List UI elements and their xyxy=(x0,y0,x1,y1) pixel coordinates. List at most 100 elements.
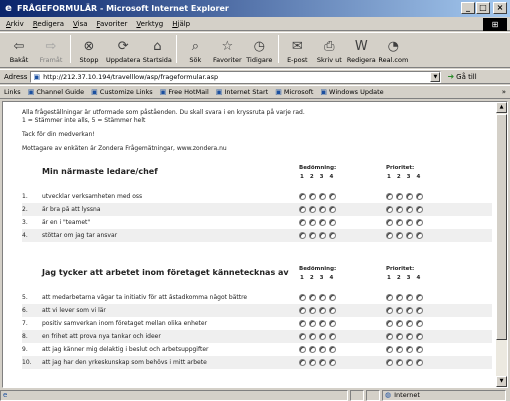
close-button[interactable]: × xyxy=(493,2,507,14)
toolbar-button-favoriter[interactable]: ☆ Favoriter xyxy=(212,39,242,64)
rating-radio[interactable] xyxy=(309,359,316,366)
priority-radio[interactable] xyxy=(396,320,403,327)
links-chevron-icon[interactable]: » xyxy=(502,88,506,96)
toolbar-button-stopp[interactable]: ⊗ Stopp xyxy=(74,39,104,64)
maximize-button[interactable]: □ xyxy=(476,2,490,14)
toolbar-button-e-post[interactable]: ✉ E-post xyxy=(282,39,312,64)
rating-radio[interactable] xyxy=(309,320,316,327)
rating-radio[interactable] xyxy=(309,346,316,353)
rating-radio[interactable] xyxy=(299,193,306,200)
rating-radio[interactable] xyxy=(329,359,336,366)
menu-hjalp[interactable]: Hjälp xyxy=(172,20,190,28)
rating-radio[interactable] xyxy=(329,307,336,314)
priority-radio[interactable] xyxy=(396,333,403,340)
link-free-hotmail[interactable]: ▣ Free HotMail xyxy=(160,88,209,96)
priority-radio[interactable] xyxy=(416,346,423,353)
rating-radio[interactable] xyxy=(329,294,336,301)
priority-radio[interactable] xyxy=(416,206,423,213)
toolbar-button-redigera[interactable]: W Redigera xyxy=(346,39,376,64)
link-microsoft[interactable]: ▣ Microsoft xyxy=(275,88,313,96)
priority-radio[interactable] xyxy=(406,219,413,226)
rating-radio[interactable] xyxy=(309,294,316,301)
minimize-button[interactable]: _ xyxy=(461,2,475,14)
link-channel-guide[interactable]: ▣ Channel Guide xyxy=(28,88,84,96)
scroll-up-button[interactable]: ▲ xyxy=(496,102,507,113)
priority-radio[interactable] xyxy=(416,232,423,239)
priority-radio[interactable] xyxy=(396,219,403,226)
rating-radio[interactable] xyxy=(299,294,306,301)
rating-radio[interactable] xyxy=(299,333,306,340)
rating-radio[interactable] xyxy=(329,219,336,226)
priority-radio[interactable] xyxy=(386,294,393,301)
menu-favoriter[interactable]: Favoriter xyxy=(97,20,128,28)
toolbar-button-framåt[interactable]: ⇨ Framåt xyxy=(36,39,66,64)
priority-radio[interactable] xyxy=(386,219,393,226)
vertical-scrollbar[interactable]: ▲ ▼ xyxy=(496,102,507,387)
priority-radio[interactable] xyxy=(396,206,403,213)
rating-radio[interactable] xyxy=(319,346,326,353)
priority-radio[interactable] xyxy=(396,294,403,301)
rating-radio[interactable] xyxy=(319,320,326,327)
rating-radio[interactable] xyxy=(299,232,306,239)
rating-radio[interactable] xyxy=(319,333,326,340)
toolbar-button-tidigare[interactable]: ◷ Tidigare xyxy=(244,39,274,64)
priority-radio[interactable] xyxy=(406,346,413,353)
rating-radio[interactable] xyxy=(319,294,326,301)
rating-radio[interactable] xyxy=(329,193,336,200)
priority-radio[interactable] xyxy=(416,333,423,340)
title-bar[interactable]: e FRÅGEFORMULÄR - Microsoft Internet Exp… xyxy=(0,0,510,17)
priority-radio[interactable] xyxy=(396,232,403,239)
rating-radio[interactable] xyxy=(319,307,326,314)
priority-radio[interactable] xyxy=(386,320,393,327)
rating-radio[interactable] xyxy=(309,232,316,239)
priority-radio[interactable] xyxy=(386,193,393,200)
rating-radio[interactable] xyxy=(309,307,316,314)
priority-radio[interactable] xyxy=(386,206,393,213)
rating-radio[interactable] xyxy=(319,206,326,213)
rating-radio[interactable] xyxy=(299,219,306,226)
menu-visa[interactable]: Visa xyxy=(73,20,88,28)
toolbar-button-bakåt[interactable]: ⇦ Bakåt xyxy=(4,39,34,64)
rating-radio[interactable] xyxy=(319,359,326,366)
priority-radio[interactable] xyxy=(406,193,413,200)
rating-radio[interactable] xyxy=(309,219,316,226)
address-dropdown-button[interactable]: ▼ xyxy=(430,71,441,82)
priority-radio[interactable] xyxy=(396,346,403,353)
priority-radio[interactable] xyxy=(406,333,413,340)
rating-radio[interactable] xyxy=(309,333,316,340)
toolbar-button-real-com[interactable]: ◔ Real.com xyxy=(378,39,408,64)
priority-radio[interactable] xyxy=(396,307,403,314)
toolbar-button-skriv-ut[interactable]: ⎙ Skriv ut xyxy=(314,39,344,64)
toolbar-button-startsida[interactable]: ⌂ Startsida xyxy=(142,39,172,64)
priority-radio[interactable] xyxy=(396,193,403,200)
address-input[interactable]: ▣ http://212.37.10.194/travelllow/asp/fr… xyxy=(30,70,442,83)
priority-radio[interactable] xyxy=(406,359,413,366)
rating-radio[interactable] xyxy=(319,232,326,239)
priority-radio[interactable] xyxy=(416,219,423,226)
rating-radio[interactable] xyxy=(329,232,336,239)
priority-radio[interactable] xyxy=(386,232,393,239)
rating-radio[interactable] xyxy=(329,346,336,353)
link-internet-start[interactable]: ▣ Internet Start xyxy=(216,88,268,96)
rating-radio[interactable] xyxy=(309,206,316,213)
toolbar-button-uppdatera[interactable]: ⟳ Uppdatera xyxy=(106,39,140,64)
priority-radio[interactable] xyxy=(406,320,413,327)
priority-radio[interactable] xyxy=(406,232,413,239)
priority-radio[interactable] xyxy=(416,359,423,366)
rating-radio[interactable] xyxy=(299,206,306,213)
link-windows-update[interactable]: ▣ Windows Update xyxy=(320,88,383,96)
menu-redigera[interactable]: Redigera xyxy=(33,20,64,28)
priority-radio[interactable] xyxy=(406,206,413,213)
priority-radio[interactable] xyxy=(386,359,393,366)
go-button[interactable]: ➜ Gå till xyxy=(447,72,476,81)
menu-arkiv[interactable]: Arkiv xyxy=(6,20,24,28)
priority-radio[interactable] xyxy=(416,320,423,327)
priority-radio[interactable] xyxy=(416,307,423,314)
priority-radio[interactable] xyxy=(396,359,403,366)
priority-radio[interactable] xyxy=(416,193,423,200)
link-customize-links[interactable]: ▣ Customize Links xyxy=(91,88,153,96)
priority-radio[interactable] xyxy=(406,307,413,314)
rating-radio[interactable] xyxy=(329,206,336,213)
rating-radio[interactable] xyxy=(319,193,326,200)
priority-radio[interactable] xyxy=(386,346,393,353)
